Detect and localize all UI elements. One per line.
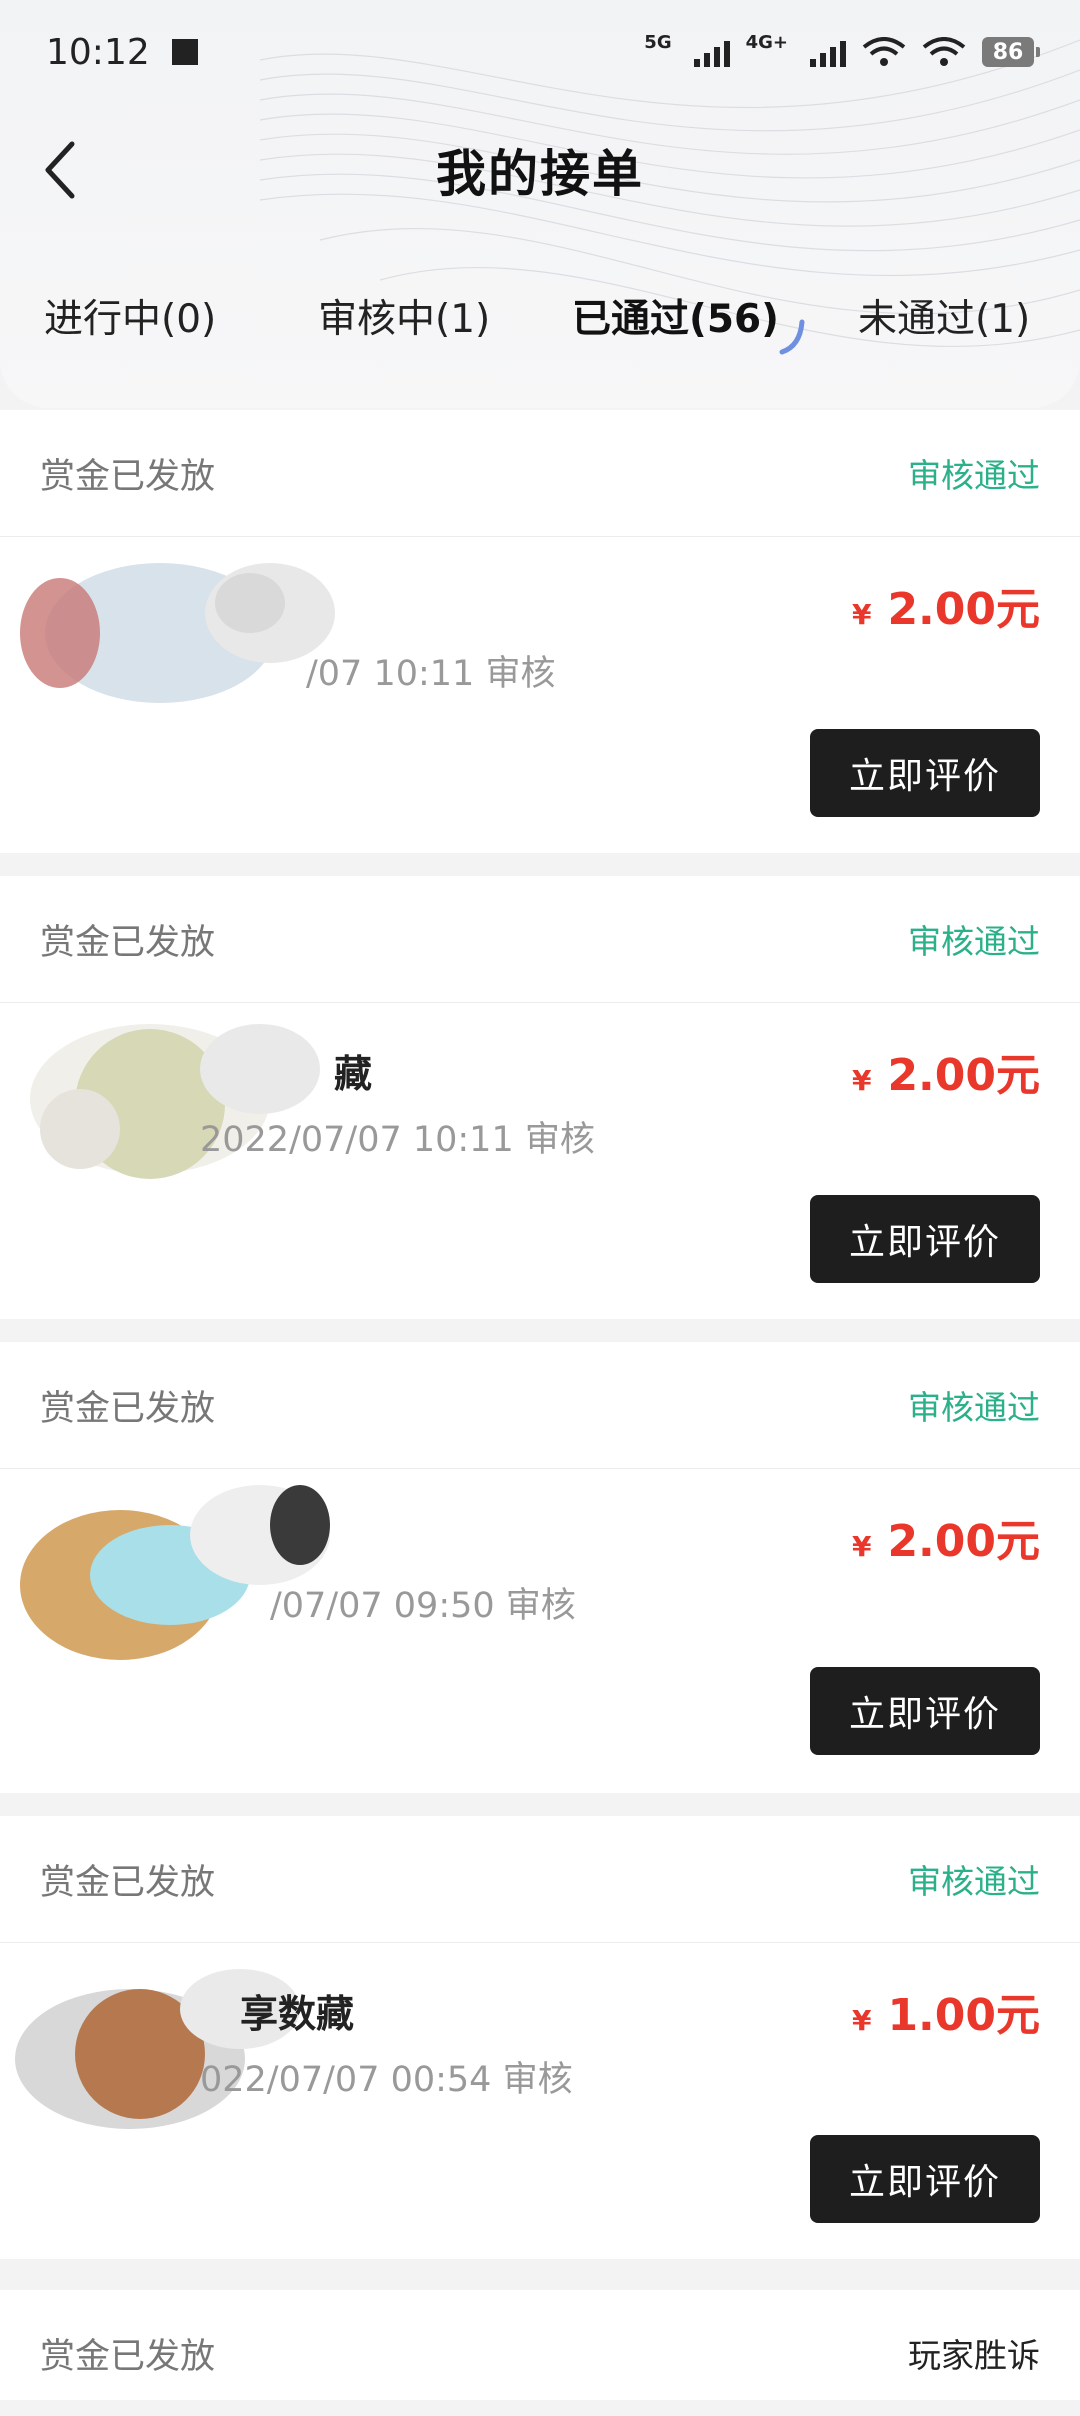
signal-icon-2 [810, 37, 846, 67]
item-review-time: 022/07/07 00:54 审核 [200, 2060, 573, 2100]
tab-in-progress[interactable]: 进行中(0) [44, 288, 216, 344]
notification-icon [171, 39, 198, 65]
review-status: 审核通过 [908, 1388, 1040, 1427]
payout-status: 赏金已发放 [40, 1388, 216, 1429]
item-review-time: /07 10:11 审核 [306, 654, 556, 694]
tab-under-review[interactable]: 审核中(1) [318, 288, 490, 344]
network-5g-label: 5G [644, 31, 672, 53]
page-title: 我的接单 [436, 145, 644, 203]
status-bar: 10:12 5G 4G+ 86 [46, 20, 1040, 84]
reward-amount: 2.00元 [887, 1516, 1040, 1567]
tab-active-indicator [779, 319, 805, 355]
battery-icon: 86 [982, 37, 1040, 67]
network-4g-label: 4G+ [745, 31, 788, 53]
item-thumbnail-redacted [15, 1969, 300, 2129]
currency-symbol: ¥ [851, 598, 872, 631]
rate-now-button[interactable]: 立即评价 [810, 1195, 1040, 1283]
order-card: 赏金已发放 玩家胜诉 [0, 2290, 1080, 2400]
reward-amount: 2.00元 [887, 1050, 1040, 1101]
payout-status: 赏金已发放 [40, 922, 216, 963]
payout-status: 赏金已发放 [40, 1862, 216, 1903]
item-thumbnail-redacted [20, 1485, 330, 1660]
reward-amount: 2.00元 [887, 584, 1040, 635]
reward-price: ¥ 2.00元 [852, 573, 1040, 637]
item-thumbnail-redacted [20, 563, 335, 703]
rate-now-button[interactable]: 立即评价 [810, 1667, 1040, 1755]
payout-status: 赏金已发放 [40, 456, 216, 497]
navbar: 我的接单 [0, 120, 1080, 220]
rate-now-button[interactable]: 立即评价 [810, 2135, 1040, 2223]
status-time: 10:12 [46, 31, 150, 73]
battery-level: 86 [992, 39, 1024, 65]
review-status: 玩家胜诉 [908, 2336, 1040, 2375]
review-status: 审核通过 [908, 1862, 1040, 1901]
review-status: 审核通过 [908, 922, 1040, 961]
tab-approved[interactable]: 已通过(56) [572, 288, 779, 344]
wifi-icon-2 [922, 37, 966, 66]
item-name: 享数藏 [240, 1992, 355, 2036]
tab-rejected[interactable]: 未通过(1) [858, 288, 1030, 344]
currency-symbol: ¥ [851, 2004, 872, 2037]
header: 10:12 5G 4G+ 86 我的接单 进行中(0) 审核中(1) 已通过(5… [0, 0, 1080, 408]
reward-price: ¥ 1.00元 [852, 1979, 1040, 2043]
reward-price: ¥ 2.00元 [852, 1505, 1040, 1569]
tab-bar: 进行中(0) 审核中(1) 已通过(56) 未通过(1) [0, 288, 1080, 358]
reward-price: ¥ 2.00元 [852, 1039, 1040, 1103]
back-button[interactable] [30, 138, 90, 202]
review-status: 审核通过 [908, 456, 1040, 495]
order-card: 赏金已发放 审核通过 /07 10:11 审核 ¥ 2.00元 立即评价 [0, 410, 1080, 853]
signal-icon [693, 37, 730, 67]
rate-now-button[interactable]: 立即评价 [810, 729, 1040, 817]
currency-symbol: ¥ [851, 1530, 872, 1563]
item-review-time: /07/07 09:50 审核 [270, 1586, 576, 1626]
order-card: 赏金已发放 审核通过 藏 2022/07/07 10:11 审核 ¥ 2.00元… [0, 876, 1080, 1319]
chevron-left-icon [45, 141, 75, 199]
order-card: 赏金已发放 审核通过 /07/07 09:50 审核 ¥ 2.00元 立即评价 [0, 1342, 1080, 1793]
item-review-time: 2022/07/07 10:11 审核 [200, 1120, 595, 1160]
reward-amount: 1.00元 [887, 1990, 1040, 2041]
currency-symbol: ¥ [851, 1064, 872, 1097]
item-thumbnail-redacted [30, 1024, 320, 1179]
item-name: 藏 [334, 1052, 373, 1096]
wifi-icon [862, 37, 906, 66]
payout-status: 赏金已发放 [40, 2336, 216, 2377]
order-card: 赏金已发放 审核通过 享数藏 022/07/07 00:54 审核 ¥ 1.00… [0, 1816, 1080, 2259]
